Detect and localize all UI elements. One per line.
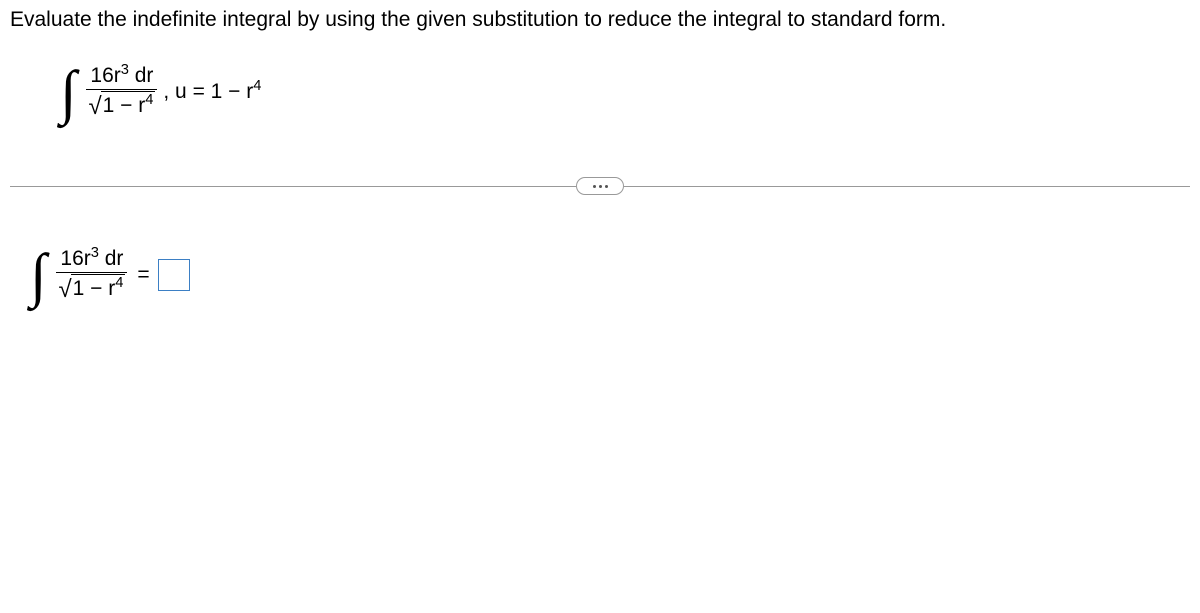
expand-button[interactable] <box>576 177 624 195</box>
fraction: 16r3 dr √ 1 − r4 <box>86 64 157 120</box>
problem-expression: ∫ 16r3 dr √ 1 − r4 , u = 1 − r4 <box>60 62 1190 122</box>
answer-expression: ∫ 16r3 dr √ 1 − r4 = <box>30 245 1190 305</box>
substitution-sup: 4 <box>253 78 261 94</box>
sqrt: √ 1 − r4 <box>88 91 155 119</box>
equals-sign: = <box>137 263 149 287</box>
divider-row <box>10 177 1190 195</box>
numerator-coeff: 16r <box>90 64 120 87</box>
integral-symbol-answer: ∫ <box>30 245 46 305</box>
numerator: 16r3 dr <box>88 64 155 89</box>
question-text: Evaluate the indefinite integral by usin… <box>10 8 1190 32</box>
divider-line-left <box>10 186 576 187</box>
radicand-text-answer: 1 − r <box>73 277 116 300</box>
numerator-after-answer: dr <box>99 247 124 270</box>
fraction-answer: 16r3 dr √ 1 − r4 <box>56 247 127 303</box>
radicand-answer: 1 − r4 <box>71 274 126 302</box>
numerator-answer: 16r3 dr <box>58 247 125 272</box>
denominator: √ 1 − r4 <box>86 89 157 120</box>
numerator-sup-answer: 3 <box>91 245 99 261</box>
substitution-text: , u = 1 − r <box>163 80 253 103</box>
numerator-coeff-answer: 16r <box>60 247 90 270</box>
sqrt-answer: √ 1 − r4 <box>58 274 125 302</box>
numerator-sup: 3 <box>121 62 129 78</box>
substitution: , u = 1 − r4 <box>163 80 261 104</box>
denominator-answer: √ 1 − r4 <box>56 272 127 303</box>
answer-input[interactable] <box>158 259 190 291</box>
radicand: 1 − r4 <box>101 91 156 119</box>
numerator-after: dr <box>129 64 154 87</box>
radicand-text: 1 − r <box>103 94 146 117</box>
integral-symbol: ∫ <box>60 62 76 122</box>
radicand-sup: 4 <box>145 92 153 108</box>
divider-line-right <box>624 186 1190 187</box>
radicand-sup-answer: 4 <box>115 275 123 291</box>
